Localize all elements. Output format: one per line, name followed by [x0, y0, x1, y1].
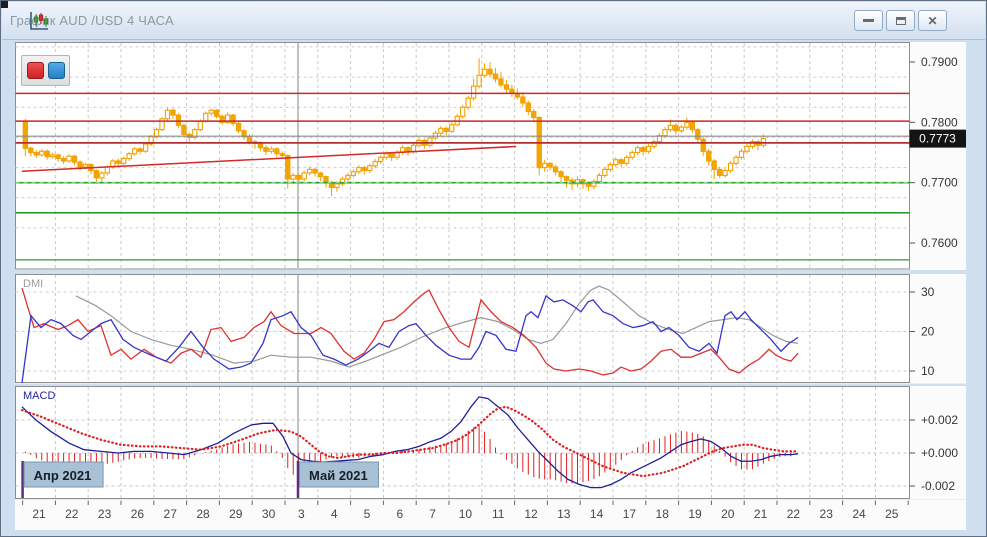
macd-label: MACD — [23, 390, 55, 402]
minimize-icon — [863, 19, 874, 22]
dmi-tick-label: 20 — [921, 325, 935, 339]
date-label: 30 — [262, 507, 276, 521]
date-label: 13 — [557, 507, 571, 521]
dmi-label: DMI — [23, 278, 43, 290]
sell-button[interactable] — [27, 62, 44, 79]
price-tick-label: 0.7700 — [921, 176, 958, 190]
date-label: 28 — [196, 507, 210, 521]
date-label: 4 — [331, 507, 338, 521]
price-tick-label: 0.7900 — [921, 55, 958, 69]
current-price-value: 0.7773 — [919, 132, 956, 146]
date-label: 10 — [459, 507, 473, 521]
date-label: 27 — [164, 507, 178, 521]
date-label: 17 — [623, 507, 637, 521]
chart-toolbar — [21, 55, 70, 86]
price-chart-canvas[interactable]: 0.7900 0.7800 0.7700 0.7600 0.7773 — [15, 42, 966, 271]
date-label: 23 — [820, 507, 834, 521]
restore-icon — [896, 17, 906, 25]
date-label: 18 — [656, 507, 670, 521]
dmi-tick-label: 30 — [921, 285, 935, 299]
date-label: 14 — [590, 507, 604, 521]
dmi-indicator-canvas[interactable]: DMI 30 20 10 — [15, 274, 966, 384]
date-label: 22 — [787, 507, 801, 521]
candlestick-chart-icon — [28, 10, 50, 32]
date-label: 3 — [298, 507, 305, 521]
window-corner-artifact — [1, 1, 8, 8]
date-label: 21 — [754, 507, 768, 521]
date-label: 6 — [396, 507, 403, 521]
date-label: 29 — [229, 507, 243, 521]
close-button[interactable]: ✕ — [918, 10, 947, 31]
date-label: 24 — [852, 507, 866, 521]
date-label: 23 — [98, 507, 112, 521]
window-titlebar[interactable]: График AUD /USD 4 ЧАСА ✕ — [2, 2, 985, 40]
chart-window: График AUD /USD 4 ЧАСА ✕ 0.79000.78000.7… — [0, 0, 987, 537]
dmi-tick-label: 10 — [921, 364, 935, 378]
price-tick-label: 0.7800 — [921, 115, 958, 129]
date-label: 22 — [65, 507, 79, 521]
restore-button[interactable] — [886, 10, 915, 31]
macd-indicator-canvas[interactable]: MACD Апр 2021 Май 2021 +0.002 +0.000 -0.002 — [15, 386, 966, 500]
date-label: 5 — [364, 507, 371, 521]
price-tick-label: 0.7600 — [921, 236, 958, 250]
close-icon: ✕ — [927, 15, 937, 27]
month-badge-label: Апр 2021 — [34, 468, 92, 483]
buy-button[interactable] — [48, 62, 65, 79]
macd-tick-label: +0.002 — [921, 413, 958, 427]
date-label: 12 — [524, 507, 538, 521]
date-axis: 21 22 23 26 27 28 29 30 3 4 5 6 7 10 11 12 13 14 17 18 19 20 2… — [15, 500, 966, 531]
date-label: 7 — [429, 507, 436, 521]
date-label: 26 — [131, 507, 145, 521]
macd-tick-label: -0.002 — [921, 479, 955, 493]
date-label: 19 — [688, 507, 702, 521]
date-label: 25 — [885, 507, 899, 521]
macd-tick-label: +0.000 — [921, 446, 958, 460]
month-badge-label: Май 2021 — [309, 468, 368, 483]
minimize-button[interactable] — [854, 10, 883, 31]
date-label: 21 — [32, 507, 46, 521]
date-label: 20 — [721, 507, 735, 521]
date-label: 11 — [492, 507, 505, 521]
